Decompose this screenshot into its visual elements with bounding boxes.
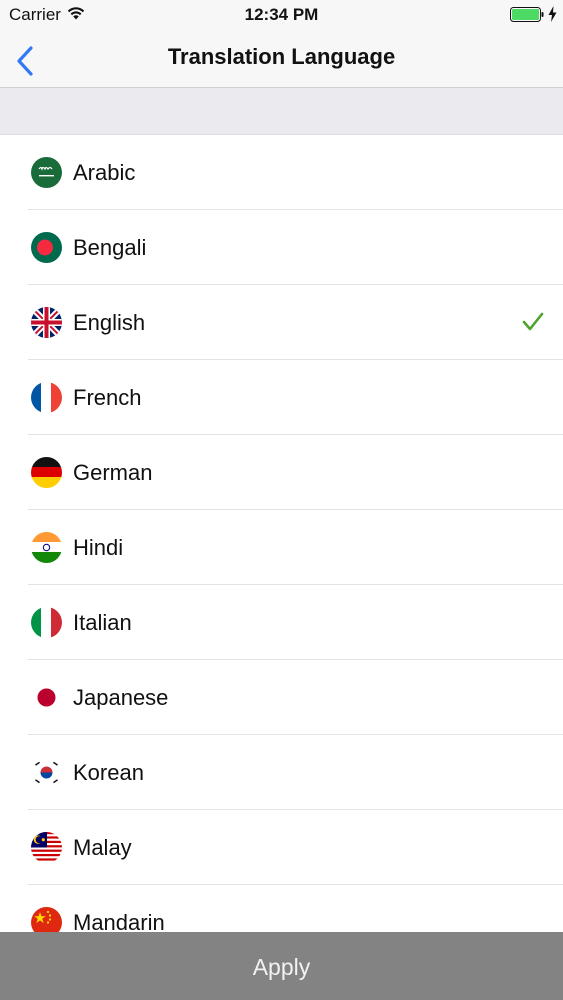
- language-row-bengali[interactable]: Bengali: [0, 210, 563, 285]
- language-label: Japanese: [73, 685, 169, 710]
- saudi-arabia-flag-icon: [31, 157, 62, 188]
- battery-icon: [510, 7, 544, 22]
- apply-label: Apply: [252, 954, 311, 980]
- checkmark-icon: [522, 312, 544, 331]
- language-row-french[interactable]: French: [0, 360, 563, 435]
- language-label: Italian: [73, 610, 132, 635]
- status-bar: Carrier 12:34 PM: [0, 0, 563, 30]
- language-row-arabic[interactable]: Arabic: [0, 135, 563, 210]
- language-label: Bengali: [73, 235, 147, 260]
- south-korea-flag-icon: [31, 757, 62, 788]
- language-row-italian[interactable]: Italian: [0, 585, 563, 660]
- malaysia-flag-icon: [31, 832, 62, 863]
- screen: Carrier 12:34 PM Translation Language Ar…: [0, 0, 563, 1000]
- india-flag-icon: [31, 532, 62, 563]
- germany-flag-icon: [31, 457, 62, 488]
- apply-button[interactable]: Apply: [0, 932, 563, 1000]
- language-row-korean[interactable]: Korean: [0, 735, 563, 810]
- language-list: Arabic Bengali English French German Hin…: [0, 135, 563, 960]
- italy-flag-icon: [31, 607, 62, 638]
- language-row-japanese[interactable]: Japanese: [0, 660, 563, 735]
- japan-flag-icon: [31, 682, 62, 713]
- language-label: Arabic: [73, 160, 136, 185]
- section-header: [0, 88, 563, 135]
- charging-bolt-icon: [548, 6, 557, 22]
- language-label: English: [73, 310, 146, 335]
- language-row-german[interactable]: German: [0, 435, 563, 510]
- bangladesh-flag-icon: [31, 232, 62, 263]
- language-label: French: [73, 385, 142, 410]
- language-row-hindi[interactable]: Hindi: [0, 510, 563, 585]
- language-row-malay[interactable]: Malay: [0, 810, 563, 885]
- language-row-english[interactable]: English: [0, 285, 563, 360]
- clock: 12:34 PM: [244, 5, 319, 24]
- page-title: Translation Language: [167, 44, 396, 69]
- language-label: Malay: [73, 835, 132, 860]
- language-label: Korean: [73, 760, 144, 785]
- france-flag-icon: [31, 382, 62, 413]
- uk-flag-icon: [31, 307, 62, 338]
- language-label: Hindi: [73, 535, 124, 560]
- language-label: German: [73, 460, 153, 485]
- navigation-bar: Translation Language: [0, 30, 563, 88]
